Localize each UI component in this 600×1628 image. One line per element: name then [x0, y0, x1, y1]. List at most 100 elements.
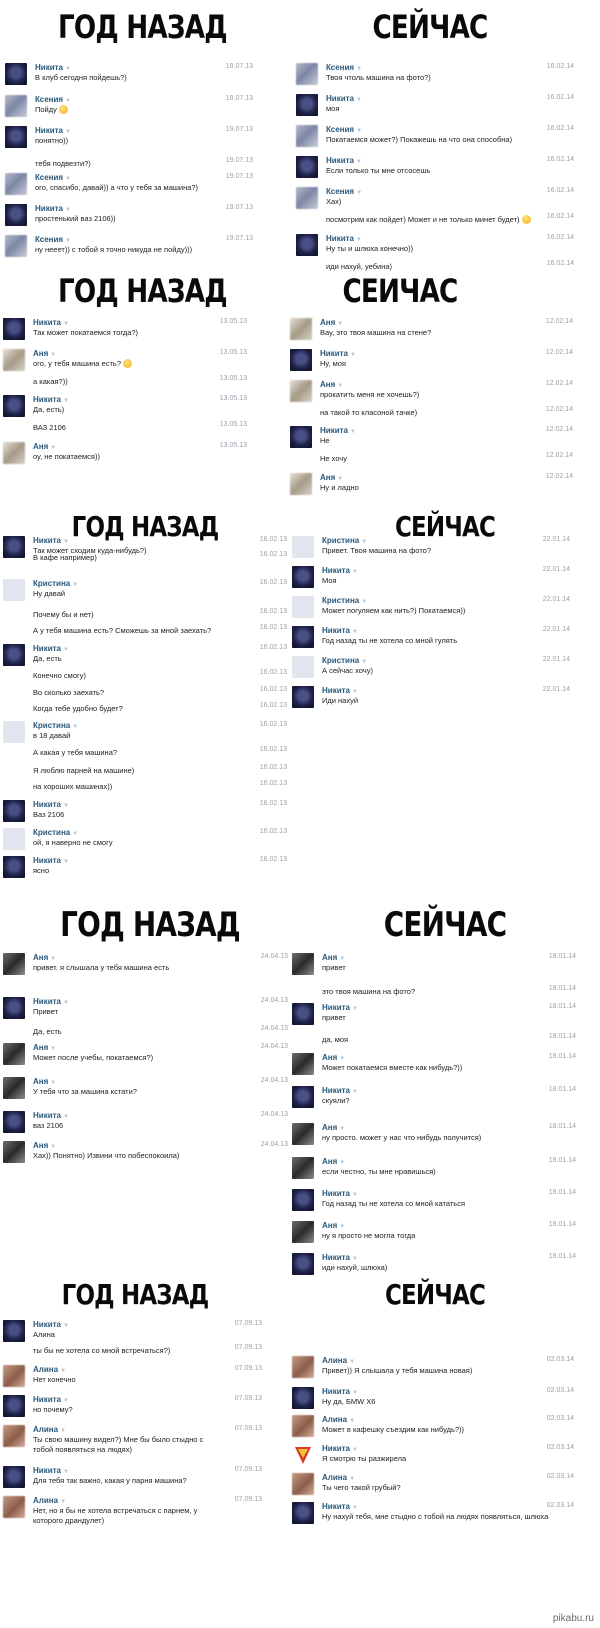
- sender-name[interactable]: Никита ▼: [33, 644, 69, 653]
- chevron-down-icon[interactable]: ▼: [356, 190, 362, 196]
- chevron-down-icon[interactable]: ▼: [349, 1359, 355, 1365]
- avatar[interactable]: [3, 1425, 25, 1447]
- avatar[interactable]: [296, 187, 318, 209]
- sender-name[interactable]: Аня ▼: [322, 953, 345, 962]
- avatar[interactable]: [3, 536, 25, 558]
- sender-name[interactable]: Кристина ▼: [33, 721, 78, 730]
- avatar[interactable]: [292, 1053, 314, 1075]
- sender-name[interactable]: Никита ▼: [322, 1502, 358, 1511]
- avatar[interactable]: [296, 156, 318, 178]
- sender-name[interactable]: Никита ▼: [326, 94, 362, 103]
- avatar[interactable]: [290, 380, 312, 402]
- avatar[interactable]: [5, 235, 27, 257]
- sender-name[interactable]: Никита ▼: [33, 800, 69, 809]
- sender-name[interactable]: Никита ▼: [326, 234, 362, 243]
- sender-name[interactable]: Никита ▼: [322, 1444, 358, 1453]
- avatar[interactable]: [3, 1496, 25, 1518]
- sender-name[interactable]: Аня ▼: [33, 1077, 56, 1086]
- sender-name[interactable]: Алина ▼: [322, 1473, 355, 1482]
- chevron-down-icon[interactable]: ▼: [356, 159, 362, 165]
- chevron-down-icon[interactable]: ▼: [63, 803, 69, 809]
- sender-name[interactable]: Никита ▼: [322, 566, 358, 575]
- avatar[interactable]: [5, 95, 27, 117]
- chevron-down-icon[interactable]: ▼: [72, 831, 78, 837]
- chevron-down-icon[interactable]: ▼: [63, 539, 69, 545]
- sender-name[interactable]: Никита ▼: [33, 1111, 69, 1120]
- avatar[interactable]: [290, 318, 312, 340]
- chevron-down-icon[interactable]: ▼: [356, 128, 362, 134]
- avatar[interactable]: [292, 1123, 314, 1145]
- chevron-down-icon[interactable]: ▼: [65, 238, 71, 244]
- avatar[interactable]: [292, 1003, 314, 1025]
- sender-name[interactable]: Ксения ▼: [35, 235, 71, 244]
- chevron-down-icon[interactable]: ▼: [352, 569, 358, 575]
- avatar[interactable]: [3, 953, 25, 975]
- sender-name[interactable]: Никита ▼: [33, 318, 69, 327]
- chevron-down-icon[interactable]: ▼: [350, 429, 356, 435]
- chevron-down-icon[interactable]: ▼: [50, 352, 56, 358]
- avatar[interactable]: [292, 1415, 314, 1437]
- chevron-down-icon[interactable]: ▼: [72, 724, 78, 730]
- sender-name[interactable]: Алина ▼: [33, 1496, 66, 1505]
- sender-name[interactable]: Никита ▼: [322, 686, 358, 695]
- avatar[interactable]: [3, 1320, 25, 1342]
- chevron-down-icon[interactable]: ▼: [337, 383, 343, 389]
- chevron-down-icon[interactable]: ▼: [356, 97, 362, 103]
- avatar[interactable]: [3, 395, 25, 417]
- chevron-down-icon[interactable]: ▼: [65, 66, 71, 72]
- sender-name[interactable]: Никита ▼: [322, 626, 358, 635]
- chevron-down-icon[interactable]: ▼: [352, 689, 358, 695]
- chevron-down-icon[interactable]: ▼: [339, 1224, 345, 1230]
- avatar[interactable]: [5, 126, 27, 148]
- sender-name[interactable]: Аня ▼: [322, 1053, 345, 1062]
- chevron-down-icon[interactable]: ▼: [339, 956, 345, 962]
- sender-name[interactable]: Аня ▼: [33, 1141, 56, 1150]
- sender-name[interactable]: Аня ▼: [322, 1123, 345, 1132]
- avatar[interactable]: [292, 626, 314, 648]
- chevron-down-icon[interactable]: ▼: [63, 647, 69, 653]
- avatar[interactable]: [290, 426, 312, 448]
- chevron-down-icon[interactable]: ▼: [63, 321, 69, 327]
- chevron-down-icon[interactable]: ▼: [352, 629, 358, 635]
- chevron-down-icon[interactable]: ▼: [65, 129, 71, 135]
- sender-name[interactable]: Аня ▼: [320, 473, 343, 482]
- chevron-down-icon[interactable]: ▼: [349, 1418, 355, 1424]
- chevron-down-icon[interactable]: ▼: [352, 1089, 358, 1095]
- sender-name[interactable]: Аня ▼: [320, 380, 343, 389]
- sender-name[interactable]: Никита ▼: [322, 1086, 358, 1095]
- chevron-down-icon[interactable]: ▼: [65, 207, 71, 213]
- chevron-down-icon[interactable]: ▼: [65, 98, 71, 104]
- avatar[interactable]: [292, 566, 314, 588]
- chevron-down-icon[interactable]: ▼: [339, 1056, 345, 1062]
- sender-name[interactable]: Никита ▼: [322, 1253, 358, 1262]
- avatar[interactable]: [5, 204, 27, 226]
- chevron-down-icon[interactable]: ▼: [50, 1046, 56, 1052]
- avatar[interactable]: [3, 318, 25, 340]
- avatar[interactable]: [3, 856, 25, 878]
- avatar[interactable]: [292, 1356, 314, 1378]
- chevron-down-icon[interactable]: ▼: [63, 1398, 69, 1404]
- avatar[interactable]: [292, 1086, 314, 1108]
- avatar[interactable]: [3, 1466, 25, 1488]
- avatar[interactable]: [292, 1221, 314, 1243]
- chevron-down-icon[interactable]: ▼: [352, 1390, 358, 1396]
- sender-name[interactable]: Кристина ▼: [322, 596, 367, 605]
- avatar[interactable]: [292, 1473, 314, 1495]
- chevron-down-icon[interactable]: ▼: [50, 445, 56, 451]
- avatar[interactable]: [292, 1502, 314, 1524]
- sender-name[interactable]: Ксения ▼: [326, 125, 362, 134]
- sender-name[interactable]: Никита ▼: [320, 349, 356, 358]
- chevron-down-icon[interactable]: ▼: [339, 1160, 345, 1166]
- avatar[interactable]: [3, 1365, 25, 1387]
- chevron-down-icon[interactable]: ▼: [60, 1428, 66, 1434]
- sender-name[interactable]: Никита ▼: [33, 1466, 69, 1475]
- avatar[interactable]: [296, 234, 318, 256]
- chevron-down-icon[interactable]: ▼: [361, 539, 367, 545]
- sender-name[interactable]: Никита ▼: [35, 204, 71, 213]
- chevron-down-icon[interactable]: ▼: [361, 659, 367, 665]
- avatar[interactable]: [3, 800, 25, 822]
- chevron-down-icon[interactable]: ▼: [63, 1114, 69, 1120]
- avatar[interactable]: [3, 997, 25, 1019]
- sender-name[interactable]: Аня ▼: [320, 318, 343, 327]
- sender-name[interactable]: Аня ▼: [322, 1221, 345, 1230]
